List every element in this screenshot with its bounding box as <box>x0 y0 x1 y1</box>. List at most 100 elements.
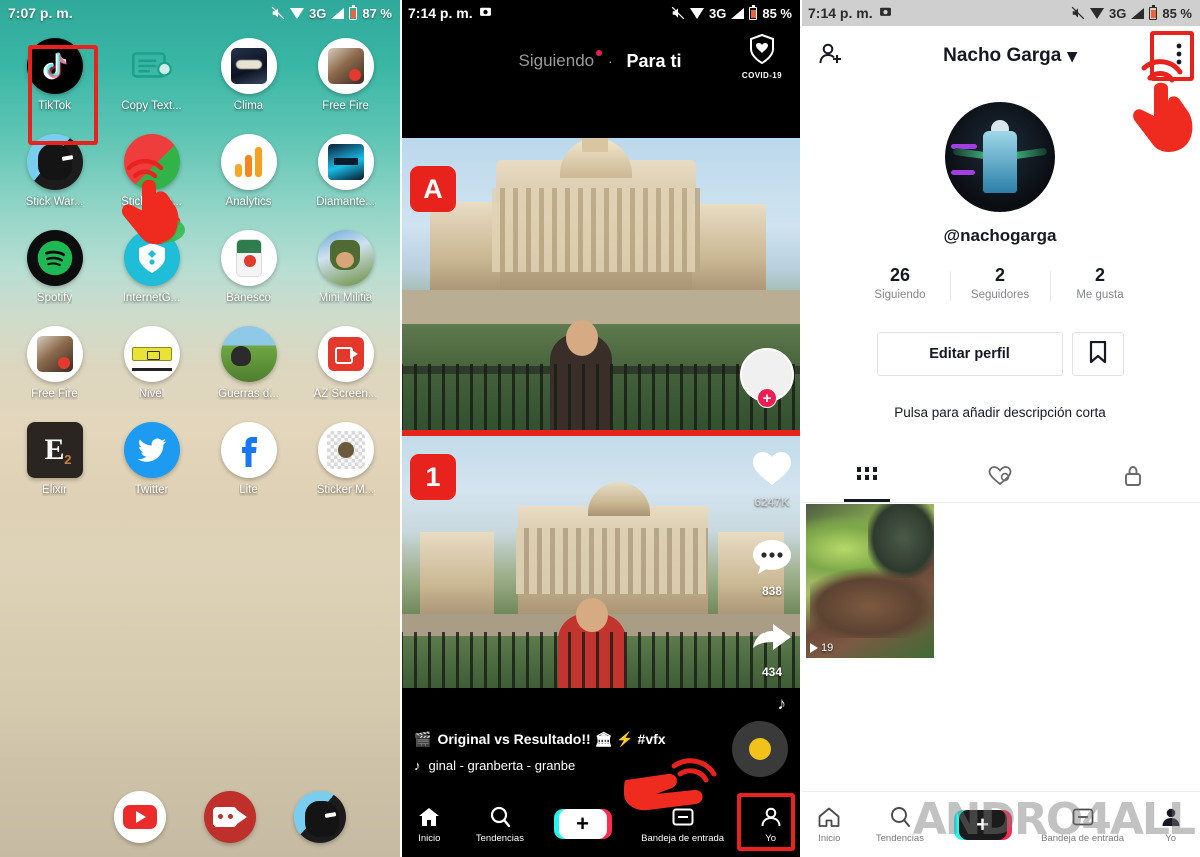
tab-liked-videos[interactable] <box>933 455 1066 502</box>
like-count: 6247K <box>754 495 790 509</box>
app-analytics[interactable]: Analytics <box>200 134 297 208</box>
app-label: AZ Screen... <box>313 388 378 400</box>
comment-action[interactable]: 838 <box>751 537 793 598</box>
tab-videos-grid[interactable] <box>800 455 933 502</box>
facebook-lite-icon <box>220 422 277 478</box>
spotify-icon <box>26 230 83 286</box>
video-music-row[interactable]: ♪ ginal - granberta - granbe <box>414 758 786 773</box>
app-nivel[interactable]: Nivel <box>103 326 200 400</box>
tab-private-videos[interactable] <box>1067 455 1200 502</box>
nav-yo[interactable]: Yo <box>1159 805 1183 844</box>
nav-add-video[interactable]: + <box>953 809 1012 840</box>
network-type: 3G <box>709 5 727 21</box>
nav-label: Yo <box>1165 833 1177 844</box>
profile-icon <box>761 807 781 826</box>
banesco-icon <box>220 230 277 286</box>
dock-stick-war[interactable] <box>294 791 346 843</box>
caption-text: Original vs Resultado!! 🏛 ⚡ #vfx <box>437 731 666 747</box>
sticker-maker-icon <box>123 134 180 190</box>
video-thumbnail[interactable]: 19 <box>806 504 934 658</box>
app-diamante[interactable]: Diamante... <box>297 134 394 208</box>
app-internet-guard[interactable]: InternetG... <box>103 230 200 304</box>
follow-plus-icon[interactable]: + <box>757 388 777 408</box>
battery-percent: 85 % <box>1162 5 1192 21</box>
app-twitter[interactable]: Twitter <box>103 422 200 496</box>
diamante-icon <box>317 134 374 190</box>
nav-inicio[interactable]: Inicio <box>817 805 841 844</box>
app-spotify[interactable]: Spotify <box>6 230 103 304</box>
app-tiktok[interactable]: TikTok <box>6 38 103 112</box>
copy-text-icon <box>124 38 180 94</box>
search-icon <box>890 807 910 827</box>
nav-tendencias[interactable]: Tendencias <box>876 805 924 844</box>
music-note-icon: ♪ <box>414 758 421 773</box>
bookmark-icon <box>1089 340 1107 368</box>
app-facebook-lite[interactable]: Lite <box>200 422 297 496</box>
status-time: 7:14 p. m. <box>408 5 473 21</box>
nav-yo[interactable]: Yo <box>759 805 783 844</box>
app-sticker-ml[interactable]: Sticker M... <box>297 422 394 496</box>
internet-guard-icon <box>123 230 180 286</box>
video-engagement-rail: 6247K 838 434 <box>750 448 794 693</box>
play-count-value: 19 <box>821 642 834 654</box>
signal-icon <box>1131 7 1145 19</box>
app-elixir[interactable]: E2 Elixir <box>6 422 103 496</box>
video-divider <box>400 430 800 436</box>
guerras-icon <box>220 326 277 382</box>
app-free-fire-2[interactable]: Free Fire <box>6 326 103 400</box>
add-video-icon[interactable]: + <box>953 809 1012 840</box>
share-action[interactable]: 434 <box>750 622 794 679</box>
app-mini-militia[interactable]: Mini Militia <box>297 230 394 304</box>
bookmark-button[interactable] <box>1071 332 1124 376</box>
status-time: 7:07 p. m. <box>8 5 73 21</box>
app-label: StickerMa... <box>121 196 182 208</box>
app-sticker-maker[interactable]: StickerMa... <box>103 134 200 208</box>
app-copy-text[interactable]: Copy Text... <box>103 38 200 112</box>
screenshot-icon <box>479 5 492 21</box>
stat-value: 2 <box>1094 265 1105 285</box>
app-guerras[interactable]: Guerras d... <box>200 326 297 400</box>
wifi-icon <box>690 7 705 19</box>
nav-bandeja[interactable]: Bandeja de entrada <box>641 805 724 844</box>
status-bar-home: 7:07 p. m. 3G 87 % <box>0 0 400 26</box>
music-disc[interactable] <box>732 721 788 777</box>
stat-label: Me gusta <box>1076 289 1124 301</box>
app-clima[interactable]: Clima <box>200 38 297 112</box>
app-label: Analytics <box>225 196 272 208</box>
clapperboard-icon: 🎬 <box>414 731 432 747</box>
tab-siguiendo[interactable]: Siguiendo <box>519 50 603 71</box>
app-az-screen[interactable]: AZ Screen... <box>297 326 394 400</box>
stat-siguiendo[interactable]: 26 Siguiendo <box>850 265 950 301</box>
profile-action-row: Editar perfil <box>800 332 1200 376</box>
nav-bandeja[interactable]: Bandeja de entrada <box>1041 805 1124 844</box>
tab-para-ti[interactable]: Para ti <box>626 51 681 72</box>
app-free-fire-1[interactable]: Free Fire <box>297 38 394 112</box>
stat-value: 2 <box>994 265 1005 285</box>
app-label: Copy Text... <box>121 100 182 112</box>
page-title[interactable]: Nacho Garga ▾ <box>943 45 1077 68</box>
signal-icon <box>731 7 745 19</box>
author-avatar-follow[interactable]: + <box>740 348 794 408</box>
app-stick-war[interactable]: Stick War... <box>6 134 103 208</box>
edit-profile-button[interactable]: Editar perfil <box>876 332 1063 376</box>
more-options-icon[interactable] <box>1176 42 1182 71</box>
video-thumbnail-b[interactable]: 1 <box>400 436 800 688</box>
app-banesco[interactable]: Banesco <box>200 230 297 304</box>
stat-label: Siguiendo <box>874 289 926 301</box>
share-arrow-icon <box>750 622 794 663</box>
inbox-icon <box>672 808 694 825</box>
dock-screen-recorder[interactable] <box>204 791 256 843</box>
app-label: Lite <box>239 484 258 496</box>
stat-seguidores[interactable]: 2 Seguidores <box>950 265 1050 301</box>
lock-icon <box>1123 465 1143 492</box>
profile-bio-placeholder[interactable]: Pulsa para añadir descripción corta <box>800 405 1200 420</box>
add-video-icon[interactable]: + <box>553 809 612 839</box>
nav-tendencias[interactable]: Tendencias <box>476 805 524 844</box>
nav-add-video[interactable]: + <box>553 809 612 839</box>
dock-youtube[interactable] <box>114 791 166 843</box>
like-action[interactable]: 6247K <box>750 448 794 509</box>
nav-inicio[interactable]: Inicio <box>417 805 441 844</box>
stat-me-gusta[interactable]: 2 Me gusta <box>1050 265 1150 301</box>
avatar[interactable] <box>945 102 1055 212</box>
add-person-icon[interactable] <box>818 41 844 72</box>
